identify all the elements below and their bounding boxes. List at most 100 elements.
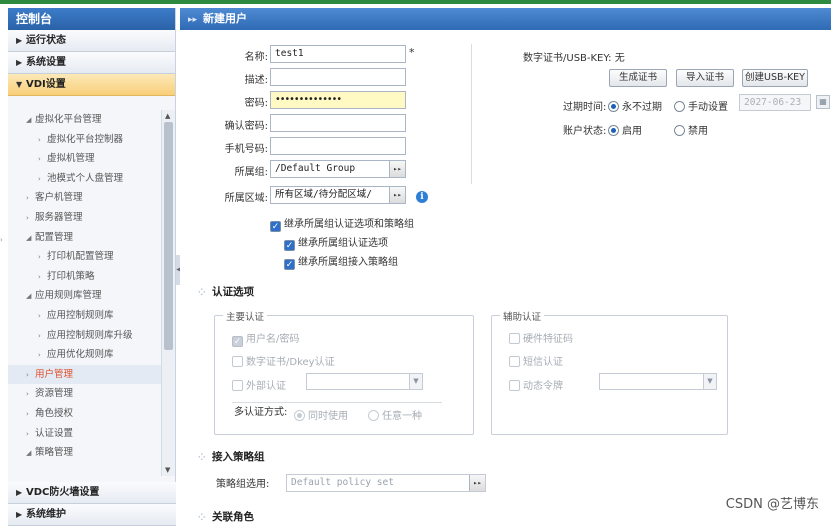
sidebar-tree-item[interactable]: ◢配置管理 [8, 228, 162, 248]
status-disabled-radio[interactable]: 禁用 [674, 122, 708, 137]
sidebar-tree-item[interactable]: ›打印机配置管理 [8, 247, 162, 267]
sidebar-tree-item[interactable]: ›客户机管理 [8, 188, 162, 208]
policy-select-label: 策略组选用: [216, 475, 269, 490]
info-icon[interactable]: i [416, 191, 428, 203]
create-usbkey-button[interactable]: 创建USB-KEY [742, 69, 808, 87]
multi-auth-label: 多认证方式: [234, 403, 287, 418]
role-section-header: ⁘关联角色 [198, 509, 254, 524]
sidebar-tree-item[interactable]: ›应用控制规则库升级 [8, 326, 162, 346]
phone-label: 手机号码: [180, 140, 268, 155]
double-chevron-icon[interactable]: ▸▸ [389, 161, 405, 177]
auth-sms-checkbox[interactable]: 短信认证 [509, 353, 563, 368]
sidebar-section-system-maintenance[interactable]: ▶系统维护 [8, 504, 176, 526]
calendar-icon[interactable]: ▦ [816, 95, 830, 109]
sidebar-tree-item[interactable]: ›虚拟化平台控制器 [8, 130, 162, 150]
import-cert-button[interactable]: 导入证书 [676, 69, 734, 87]
sidebar-tree-item[interactable]: ›服务器管理 [8, 208, 162, 228]
group-select[interactable]: /Default Group ▸▸ [270, 160, 406, 178]
sidebar-section-vdi-settings[interactable]: ▼VDI设置 [8, 74, 175, 96]
scroll-down-icon[interactable]: ▼ [165, 466, 170, 474]
grip-icon: ⁘ [198, 288, 208, 298]
sidebar-tree-item[interactable]: ◢策略管理 [8, 443, 162, 463]
sidebar-tree-item[interactable]: ›认证设置 [8, 424, 162, 444]
radio-label: 启用 [622, 126, 642, 137]
sidebar-tree-item[interactable]: ›角色授权 [8, 404, 162, 424]
token-select[interactable]: ▼ [599, 373, 717, 390]
auth-hardware-checkbox[interactable]: 硬件特征码 [509, 330, 573, 345]
area-select[interactable]: 所有区域/待分配区域/ ▸▸ [270, 186, 406, 204]
inherit-auth-checkbox[interactable]: ✓继承所属组认证选项 [284, 234, 388, 251]
page-title: 新建用户 [203, 12, 247, 25]
external-auth-select[interactable]: ▼ [306, 373, 423, 390]
sidebar-section-running-status[interactable]: ▶运行状态 [8, 30, 175, 52]
policy-section-header: ⁘接入策略组 [198, 449, 265, 464]
auth-username-password-checkbox[interactable]: ✓用户名/密码 [232, 330, 299, 347]
chevron-right-icon: › [38, 268, 47, 288]
double-chevron-icon[interactable]: ▸▸ [469, 475, 485, 491]
chevron-down-icon[interactable]: ▼ [409, 374, 422, 389]
password-input[interactable]: •••••••••••••• [270, 91, 406, 109]
name-input[interactable]: test1 [270, 45, 406, 63]
multi-auth-any-radio[interactable]: 任意一种 [368, 407, 422, 422]
top-accent-bar [0, 0, 831, 4]
sidebar-tree-item[interactable]: ›应用控制规则库 [8, 306, 162, 326]
sidebar-tree-label: 策略管理 [35, 447, 73, 458]
auth-token-checkbox[interactable]: 动态令牌 [509, 377, 563, 392]
sidebar-section-system-settings[interactable]: ▶系统设置 [8, 52, 175, 74]
sidebar-tree-item[interactable]: ›池模式个人盘管理 [8, 169, 162, 189]
confirm-password-input[interactable] [270, 114, 406, 132]
expire-never-radio[interactable]: 永不过期 [608, 98, 662, 113]
inherit-all-checkbox[interactable]: ✓继承所属组认证选项和策略组 [270, 215, 414, 232]
expire-manual-radio[interactable]: 手动设置 [674, 98, 728, 113]
chevron-right-icon: › [38, 346, 47, 366]
scroll-up-icon[interactable]: ▲ [165, 112, 170, 120]
sidebar-section-vdc-firewall[interactable]: ▶VDC防火墙设置 [8, 482, 176, 504]
section-label: 系统设置 [26, 57, 66, 68]
auth-section-header: ⁘认证选项 [198, 284, 254, 299]
triangle-right-icon: ▶ [16, 30, 26, 52]
checkbox-label: 用户名/密码 [246, 334, 299, 345]
name-label: 名称: [180, 48, 268, 63]
generate-cert-button[interactable]: 生成证书 [609, 69, 667, 87]
chevron-right-icon: › [26, 385, 35, 405]
scrollbar-thumb[interactable] [164, 122, 173, 350]
sidebar-tree-label: 虚拟化平台控制器 [47, 134, 123, 145]
radio-on-icon [608, 125, 619, 136]
policy-select[interactable]: Default policy set ▸▸ [286, 474, 486, 492]
sidebar-tree-label: 应用优化规则库 [47, 349, 114, 360]
sidebar-tree-item[interactable]: ›用户管理 [8, 365, 162, 385]
checkbox-empty-icon [509, 380, 520, 391]
sidebar-tree-item[interactable]: ›打印机策略 [8, 267, 162, 287]
checkbox-label: 动态令牌 [523, 381, 563, 392]
radio-label: 永不过期 [622, 102, 662, 113]
description-input[interactable] [270, 68, 406, 86]
phone-input[interactable] [270, 137, 406, 155]
sidebar-tree: ◢虚拟化平台管理›虚拟化平台控制器›虚拟机管理›池模式个人盘管理›客户机管理›服… [8, 110, 162, 476]
status-enabled-radio[interactable]: 启用 [608, 122, 642, 137]
radio-off-icon [368, 410, 379, 421]
sidebar-tree-item[interactable]: ›资源管理 [8, 384, 162, 404]
watermark: CSDN @艺博东 [726, 493, 819, 512]
account-status-label: 账户状态: [563, 122, 606, 137]
triangle-down-icon: ▼ [16, 74, 26, 96]
area-select-value: 所有区域/待分配区域/ [275, 189, 372, 200]
expire-date-input[interactable]: 2027-06-23 [739, 94, 811, 111]
sidebar-tree-item[interactable]: ›应用优化规则库 [8, 345, 162, 365]
sidebar-tree-item[interactable]: ◢应用规则库管理 [8, 286, 162, 306]
auth-cert-dkey-checkbox[interactable]: 数字证书/Dkey认证 [232, 353, 335, 368]
auth-external-checkbox[interactable]: 外部认证 [232, 377, 286, 392]
sidebar-tree-label: 角色授权 [35, 408, 73, 419]
inherit-policy-checkbox[interactable]: ✓继承所属组接入策略组 [284, 253, 398, 270]
sidebar: 控制台 ▶运行状态 ▶系统设置 ▼VDI设置 ◢虚拟化平台管理›虚拟化平台控制器… [8, 8, 176, 518]
multi-auth-both-radio[interactable]: 同时使用 [294, 407, 348, 422]
chevron-right-icon: › [38, 170, 47, 190]
double-chevron-icon[interactable]: ▸▸ [389, 187, 405, 203]
radio-label: 手动设置 [688, 102, 728, 113]
expand-marker-icon: › [0, 236, 3, 244]
sidebar-tree-item[interactable]: ◢虚拟化平台管理 [8, 110, 162, 130]
chevron-down-icon[interactable]: ▼ [703, 374, 716, 389]
sidebar-scrollbar[interactable]: ▲ ▼ [161, 110, 175, 476]
triangle-down-icon: ◢ [26, 444, 35, 464]
sidebar-tree-item[interactable]: ›虚拟机管理 [8, 149, 162, 169]
checkbox-label: 硬件特征码 [523, 334, 573, 345]
